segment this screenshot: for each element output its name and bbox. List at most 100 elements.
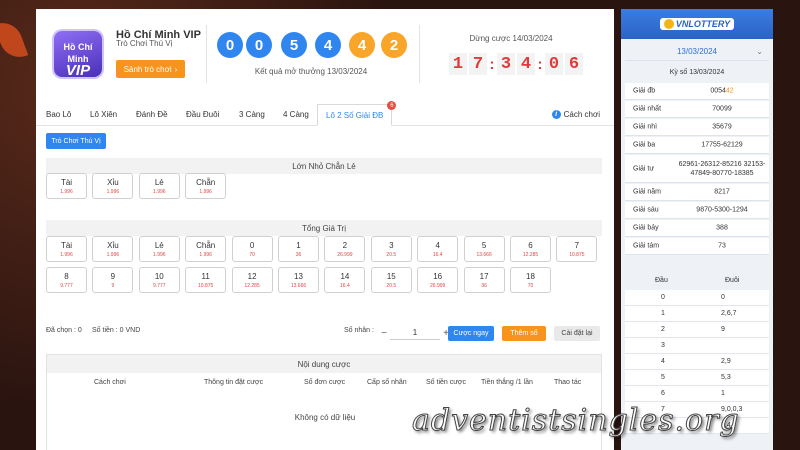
tab-item[interactable]: Đầu Đuôi bbox=[186, 110, 219, 119]
head-digit: 6 bbox=[661, 390, 665, 397]
chevron-right-icon: › bbox=[174, 64, 178, 74]
bet-option-odds: 10.875 bbox=[569, 252, 585, 258]
timer-digit: 3 bbox=[497, 53, 515, 75]
bet-option-name: Lẻ bbox=[154, 178, 164, 187]
bet-option-cell[interactable]: 2 26.999 bbox=[324, 236, 366, 262]
bet-option-cell[interactable]: 4 16.4 bbox=[417, 236, 459, 262]
bet-option-cell[interactable]: 17 36 bbox=[463, 267, 505, 293]
tab-item[interactable]: Đánh Đề bbox=[136, 110, 168, 119]
bet-option-cell[interactable]: 6 12.285 bbox=[510, 236, 551, 262]
lottery-ball-icon bbox=[663, 19, 674, 29]
tab-item[interactable]: 4 Càng bbox=[283, 110, 309, 119]
bet-option-odds: 1.996 bbox=[106, 252, 120, 258]
bet-option-odds: 9.777 bbox=[153, 283, 166, 289]
tail-digits: 2,9 bbox=[721, 358, 731, 365]
bet-option-cell[interactable]: 13 13.666 bbox=[278, 267, 319, 293]
prize-label: Giải bảy bbox=[633, 224, 659, 232]
game-hall-button[interactable]: Sảnh trò chơi › bbox=[116, 60, 185, 78]
bet-option-odds: 36 bbox=[481, 283, 487, 289]
bet-option-cell[interactable]: 16 26.999 bbox=[417, 267, 459, 293]
bet-option-name: 7 bbox=[574, 241, 580, 250]
bet-option-cell[interactable]: Lẻ 1.996 bbox=[138, 236, 180, 262]
table-column-header: Số đơn cược bbox=[304, 379, 346, 386]
bet-option-cell[interactable]: 0 70 bbox=[231, 236, 273, 262]
prize-label: Giải đb bbox=[633, 87, 656, 95]
prize-row: Giải tám 73 bbox=[625, 238, 769, 255]
bet-option-cell[interactable]: 12 12.285 bbox=[231, 267, 273, 293]
timer-digit: 0 bbox=[545, 53, 563, 75]
bet-option-cell[interactable]: 3 20.5 bbox=[370, 236, 412, 262]
how-to-play-link[interactable]: i Cách chơi bbox=[551, 110, 600, 119]
tab-item[interactable]: Bao Lô bbox=[46, 110, 71, 119]
add-number-button[interactable]: Thêm số bbox=[502, 326, 546, 341]
head-tail-header: Đầu Đuôi bbox=[625, 274, 769, 288]
tab-item[interactable]: 3 Càng bbox=[239, 110, 265, 119]
date-selector[interactable]: 13/03/2024 ⌄ bbox=[625, 43, 769, 61]
bet-option-name: 0 bbox=[249, 241, 255, 250]
result-ball: 5 bbox=[281, 32, 307, 58]
prize-label: Giải sáu bbox=[633, 206, 659, 214]
prize-value: 9870-5300-1294 bbox=[696, 206, 748, 214]
prize-value: 35679 bbox=[712, 123, 732, 131]
watermark-text: adventistsingles.org bbox=[412, 403, 740, 439]
bet-amount: Số tiền : 0 VND bbox=[92, 327, 141, 334]
bet-option-cell[interactable]: 18 70 bbox=[510, 267, 551, 293]
sub-tab-button[interactable]: Trò Chơi Thú Vị bbox=[46, 133, 106, 149]
bet-option-name: 16 bbox=[433, 272, 443, 281]
bet-option-cell[interactable]: 14 16.4 bbox=[324, 267, 366, 293]
bet-option-cell[interactable]: Tài 1.996 bbox=[46, 173, 87, 199]
bet-option-cell[interactable]: 8 9.777 bbox=[46, 267, 87, 293]
result-ball: 4 bbox=[315, 32, 341, 58]
tab-item[interactable]: Lô Xiên bbox=[90, 110, 117, 119]
tab-badge: 6 bbox=[387, 101, 397, 110]
head-tail-row: 00 bbox=[625, 290, 769, 306]
tab-item[interactable]: Lô 2 Số Giải ĐB 6 bbox=[317, 101, 397, 126]
bet-option-odds: 26.999 bbox=[337, 252, 353, 258]
result-date: Kết quả mở thưởng 13/03/2024 bbox=[254, 67, 368, 76]
bet-option-cell[interactable]: Chẵn 1.996 bbox=[185, 173, 227, 199]
bet-option-cell[interactable]: Xỉu 1.996 bbox=[92, 173, 134, 199]
multiplier-input[interactable]: 1 bbox=[390, 326, 440, 340]
table-column-header: Cấp số nhân bbox=[367, 379, 407, 386]
head-tail-row: 5 5,3 bbox=[625, 370, 769, 386]
how-to-play-label: Cách chơi bbox=[563, 110, 600, 119]
bet-option-name: 6 bbox=[528, 241, 533, 250]
reset-button[interactable]: Cài đặt lại bbox=[554, 326, 600, 341]
timer-digit: 4 bbox=[517, 53, 535, 75]
minus-button[interactable]: − bbox=[378, 326, 390, 340]
bet-option-name: Chẵn bbox=[196, 178, 216, 187]
bet-option-cell[interactable]: 7 10.875 bbox=[556, 236, 598, 262]
bet-option-cell[interactable]: 5 13.666 bbox=[463, 236, 505, 262]
prize-value: 17755-62129 bbox=[701, 141, 743, 149]
prize-value: 8217 bbox=[714, 188, 730, 196]
bet-option-cell[interactable]: 99 bbox=[92, 267, 134, 293]
bet-option-name: Tài bbox=[60, 178, 73, 187]
table-column-header: Số tiền cược bbox=[426, 379, 467, 386]
tab-label: Lô Xiên bbox=[90, 110, 118, 119]
head-tail-row: 4 2,9 bbox=[625, 354, 769, 370]
bet-option-odds: 16.4 bbox=[340, 283, 350, 289]
bet-option-name: 15 bbox=[386, 272, 396, 281]
tail-digits: 0 bbox=[721, 294, 725, 301]
prize-row: Giải ba 17755-62129 bbox=[625, 137, 769, 154]
table-column-header: Thông tin đặt cược bbox=[204, 379, 264, 386]
game-logo: Hồ Chí Minh VIP bbox=[54, 31, 102, 78]
bet-option-cell[interactable]: 1 36 bbox=[278, 236, 319, 262]
bet-option-cell[interactable]: Chẵn 1.996 bbox=[185, 236, 227, 262]
table-column-header: Cách chơi bbox=[94, 379, 126, 386]
bet-now-button[interactable]: Cược ngay bbox=[448, 326, 494, 341]
bet-option-cell[interactable]: Lẻ 1.996 bbox=[138, 173, 180, 199]
bet-option-odds: 70 bbox=[249, 252, 255, 258]
bet-option-cell[interactable]: Tài 1.996 bbox=[46, 236, 87, 262]
bet-option-cell[interactable]: Xỉu 1.996 bbox=[92, 236, 134, 262]
bet-option-name: Tài bbox=[60, 241, 73, 250]
selected-count: Đã chọn : 0 bbox=[46, 327, 82, 334]
bet-option-odds: 70 bbox=[527, 283, 534, 289]
bet-option-cell[interactable]: 15 20.5 bbox=[370, 267, 412, 293]
bet-option-cell[interactable]: 11 10.875 bbox=[185, 267, 227, 293]
bet-option-cell[interactable]: 10 9.777 bbox=[138, 267, 180, 293]
prize-row: Giải bảy 388 bbox=[625, 220, 769, 237]
tail-digits: 9 bbox=[721, 326, 725, 333]
countdown-timer: 17:34:06 bbox=[448, 53, 584, 75]
tab-label: 3 Càng bbox=[239, 110, 265, 119]
